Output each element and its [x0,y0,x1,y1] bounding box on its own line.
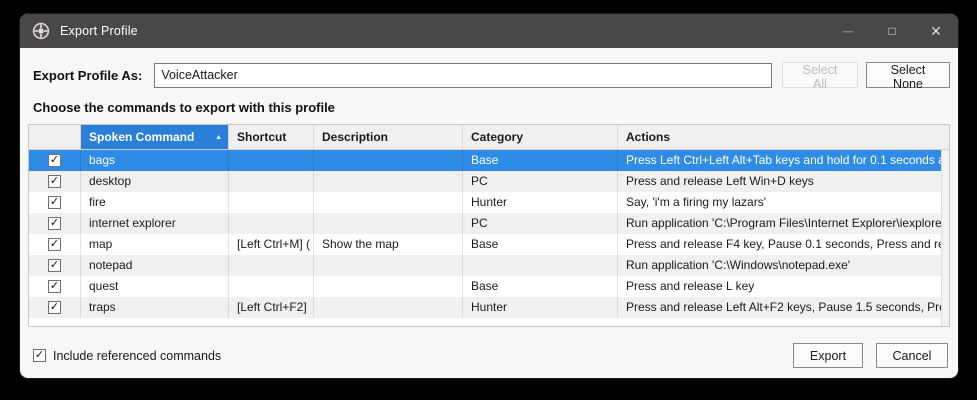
row-checkbox[interactable]: ✓ [48,154,61,167]
cell-shortcut [229,150,314,171]
cell-shortcut [229,276,314,297]
header-spoken-command[interactable]: Spoken Command ▲ [81,125,229,149]
select-all-button[interactable]: Select All [782,62,858,88]
header-shortcut[interactable]: Shortcut [229,125,314,149]
cell-shortcut [229,171,314,192]
row-checkbox[interactable]: ✓ [48,301,61,314]
select-none-button[interactable]: Select None [866,62,950,88]
cell-spoken: quest [81,276,229,297]
cell-category: PC [463,171,618,192]
cell-actions: Press and release Left Alt+F2 keys, Paus… [618,297,949,318]
table-row-fire[interactable]: ✓ fire HunterSay, 'i'm a firing my lazars' [29,192,949,213]
cell-shortcut [229,255,314,276]
cell-description: Show the map [314,234,463,255]
header-category[interactable]: Category [463,125,618,149]
cell-category: Hunter [463,192,618,213]
table-row-quest[interactable]: ✓ quest BasePress and release L key [29,276,949,297]
export-profile-dialog: Export Profile ─ □ ✕ Export Profile As: … [20,14,958,378]
row-checkbox[interactable]: ✓ [48,259,61,272]
checkbox-icon: ✓ [33,349,46,362]
profile-name-input[interactable] [154,63,772,88]
cell-description [314,192,463,213]
window-title: Export Profile [60,24,138,38]
row-checkbox[interactable]: ✓ [48,280,61,293]
row-checkbox[interactable]: ✓ [48,175,61,188]
cell-spoken: traps [81,297,229,318]
header-checkbox-column[interactable] [29,125,81,149]
commands-table: Spoken Command ▲ Shortcut Description Ca… [28,124,950,327]
cell-spoken: bags [81,150,229,171]
maximize-button[interactable]: □ [870,14,914,48]
cell-actions: Press and release Left Win+D keys [618,171,949,192]
vertical-scrollbar[interactable] [941,150,949,326]
cell-description [314,276,463,297]
close-button[interactable]: ✕ [914,14,958,48]
row-checkbox[interactable]: ✓ [48,238,61,251]
sort-ascending-icon: ▲ [215,134,222,141]
cell-category: Base [463,276,618,297]
header-actions[interactable]: Actions [618,125,949,149]
app-icon [32,22,50,40]
cell-category: Base [463,234,618,255]
table-row-map[interactable]: ✓ map[Left Ctrl+M] (Show the mapBasePress… [29,234,949,255]
cell-description [314,171,463,192]
cell-actions: Run application 'C:\Program Files\Intern… [618,213,949,234]
export-button[interactable]: Export [793,343,863,368]
minimize-icon: ─ [843,23,853,39]
titlebar: Export Profile ─ □ ✕ [20,14,958,48]
cell-category: PC [463,213,618,234]
cell-description [314,255,463,276]
table-row-desktop[interactable]: ✓ desktop PCPress and release Left Win+D k… [29,171,949,192]
cell-spoken: map [81,234,229,255]
table-row-notepad[interactable]: ✓ notepad Run application 'C:\Windows\note… [29,255,949,276]
export-profile-as-label: Export Profile As: [33,68,142,83]
include-referenced-label: Include referenced commands [53,349,221,363]
cell-shortcut: [Left Ctrl+M] ( [229,234,314,255]
cell-shortcut [229,192,314,213]
table-row-internet-explorer[interactable]: ✓ internet explorer PCRun application 'C:\… [29,213,949,234]
include-referenced-checkbox[interactable]: ✓ Include referenced commands [33,349,221,363]
cell-spoken: fire [81,192,229,213]
maximize-icon: □ [888,24,895,38]
cell-description [314,213,463,234]
table-body: ✓bagsBasePress Left Ctrl+Left Alt+Tab ke… [29,150,949,318]
cell-category: Hunter [463,297,618,318]
close-icon: ✕ [930,23,942,40]
cell-category: Base [463,150,618,171]
table-row-bags[interactable]: ✓ bags BasePress Left Ctrl+Left Alt+Tab ke… [29,150,949,171]
cell-description [314,150,463,171]
cell-actions: Say, 'i'm a firing my lazars' [618,192,949,213]
cell-spoken: internet explorer [81,213,229,234]
cell-spoken: notepad [81,255,229,276]
cell-shortcut [229,213,314,234]
cell-category [463,255,618,276]
cell-actions: Run application 'C:\Windows\notepad.exe' [618,255,949,276]
cell-spoken: desktop [81,171,229,192]
minimize-button[interactable]: ─ [826,14,870,48]
cell-actions: Press and release F4 key, Pause 0.1 seco… [618,234,949,255]
cell-shortcut: [Left Ctrl+F2] [229,297,314,318]
row-checkbox[interactable]: ✓ [48,217,61,230]
cell-description [314,297,463,318]
table-row-traps[interactable]: ✓ traps[Left Ctrl+F2] HunterPress and rele… [29,297,949,318]
row-checkbox[interactable]: ✓ [48,196,61,209]
cell-actions: Press and release L key [618,276,949,297]
cell-actions: Press Left Ctrl+Left Alt+Tab keys and ho… [618,150,949,171]
cancel-button[interactable]: Cancel [876,343,948,368]
table-header: Spoken Command ▲ Shortcut Description Ca… [29,125,949,150]
choose-commands-label: Choose the commands to export with this … [33,100,945,115]
header-description[interactable]: Description [314,125,463,149]
